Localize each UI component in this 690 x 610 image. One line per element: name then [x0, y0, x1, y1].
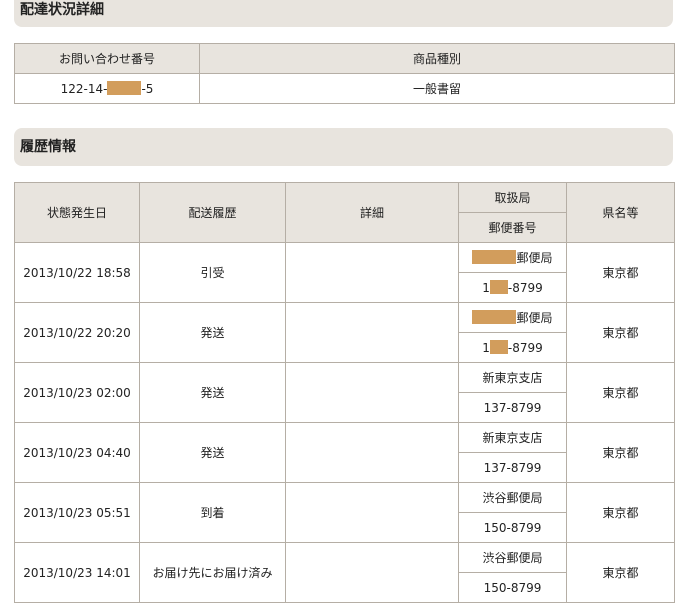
postal-code-cell: 1 -8799 — [458, 332, 567, 363]
table-row: 2013/10/22 18:58 引受 郵便局 東京都 — [14, 242, 675, 303]
prefecture-cell: 東京都 — [566, 362, 675, 423]
prefecture-cell: 東京都 — [566, 302, 675, 363]
header-tracking-number: お問い合わせ番号 — [14, 43, 200, 74]
table-row: 2013/10/23 02:00 発送 新東京支店 東京都 — [14, 362, 675, 423]
postal-code-cell: 150-8799 — [458, 512, 567, 543]
date-cell: 2013/10/23 02:00 — [14, 362, 140, 423]
prefecture-cell: 東京都 — [566, 482, 675, 543]
detail-cell — [285, 362, 459, 423]
section-header-delivery-detail: 配達状況詳細 — [14, 0, 673, 27]
status-cell: お届け先にお届け済み — [139, 542, 286, 603]
header-detail: 詳細 — [285, 182, 459, 243]
detail-cell — [285, 542, 459, 603]
office-cell: 渋谷郵便局 — [458, 542, 567, 573]
redaction-mark — [489, 280, 508, 294]
office-name-suffix: 郵便局 — [516, 311, 553, 325]
redaction-mark — [472, 250, 517, 264]
status-cell: 発送 — [139, 302, 286, 363]
status-cell: 到着 — [139, 482, 286, 543]
postal-code-cell: 137-8799 — [458, 452, 567, 483]
header-status: 配送履歴 — [139, 182, 286, 243]
detail-cell — [285, 302, 459, 363]
postal-code-cell: 137-8799 — [458, 392, 567, 423]
header-product-type: 商品種別 — [199, 43, 675, 74]
date-cell: 2013/10/22 20:20 — [14, 302, 140, 363]
office-cell: 渋谷郵便局 — [458, 482, 567, 513]
section-header-history: 履歴情報 — [14, 128, 673, 166]
redaction-mark — [107, 81, 142, 95]
detail-cell — [285, 482, 459, 543]
history-table: 状態発生日 配送履歴 詳細 取扱局 県名等 郵便番号 2013/10/22 18… — [14, 182, 675, 603]
postal-code-cell: 150-8799 — [458, 572, 567, 603]
postal-prefix: 1 — [482, 341, 490, 355]
detail-cell — [285, 242, 459, 303]
office-cell: 新東京支店 — [458, 422, 567, 453]
table-row: 2013/10/22 20:20 発送 郵便局 東京都 — [14, 302, 675, 363]
date-cell: 2013/10/23 04:40 — [14, 422, 140, 483]
postal-suffix: -8799 — [507, 281, 543, 295]
header-postal-code: 郵便番号 — [458, 212, 567, 243]
delivery-detail-table: お問い合わせ番号 商品種別 122-14- -5 一般書留 — [14, 43, 675, 104]
history-title: 履歴情報 — [20, 139, 76, 155]
postal-suffix: -8799 — [507, 341, 543, 355]
office-cell: 郵便局 — [458, 302, 567, 333]
status-cell: 引受 — [139, 242, 286, 303]
date-cell: 2013/10/22 18:58 — [14, 242, 140, 303]
table-row: 2013/10/23 05:51 到着 渋谷郵便局 東京都 — [14, 482, 675, 543]
table-row: 2013/10/23 04:40 発送 新東京支店 東京都 — [14, 422, 675, 483]
tracking-number-cell: 122-14- -5 — [14, 73, 200, 104]
postal-code-cell: 1 -8799 — [458, 272, 567, 303]
postal-prefix: 1 — [482, 281, 490, 295]
delivery-detail-title: 配達状況詳細 — [20, 2, 104, 18]
tracking-number-prefix: 122-14- — [60, 82, 108, 96]
header-date: 状態発生日 — [14, 182, 140, 243]
office-cell: 郵便局 — [458, 242, 567, 273]
header-office: 取扱局 — [458, 182, 567, 213]
date-cell: 2013/10/23 05:51 — [14, 482, 140, 543]
redaction-mark — [472, 310, 517, 324]
date-cell: 2013/10/23 14:01 — [14, 542, 140, 603]
office-cell: 新東京支店 — [458, 362, 567, 393]
product-type-cell: 一般書留 — [199, 73, 675, 104]
detail-cell — [285, 422, 459, 483]
status-cell: 発送 — [139, 422, 286, 483]
prefecture-cell: 東京都 — [566, 422, 675, 483]
office-name-suffix: 郵便局 — [516, 251, 553, 265]
table-row: 2013/10/23 14:01 お届け先にお届け済み 渋谷郵便局 東京都 — [14, 542, 675, 603]
header-prefecture: 県名等 — [566, 182, 675, 243]
status-cell: 発送 — [139, 362, 286, 423]
redaction-mark — [489, 340, 508, 354]
prefecture-cell: 東京都 — [566, 542, 675, 603]
tracking-number-suffix: -5 — [141, 82, 154, 96]
prefecture-cell: 東京都 — [566, 242, 675, 303]
